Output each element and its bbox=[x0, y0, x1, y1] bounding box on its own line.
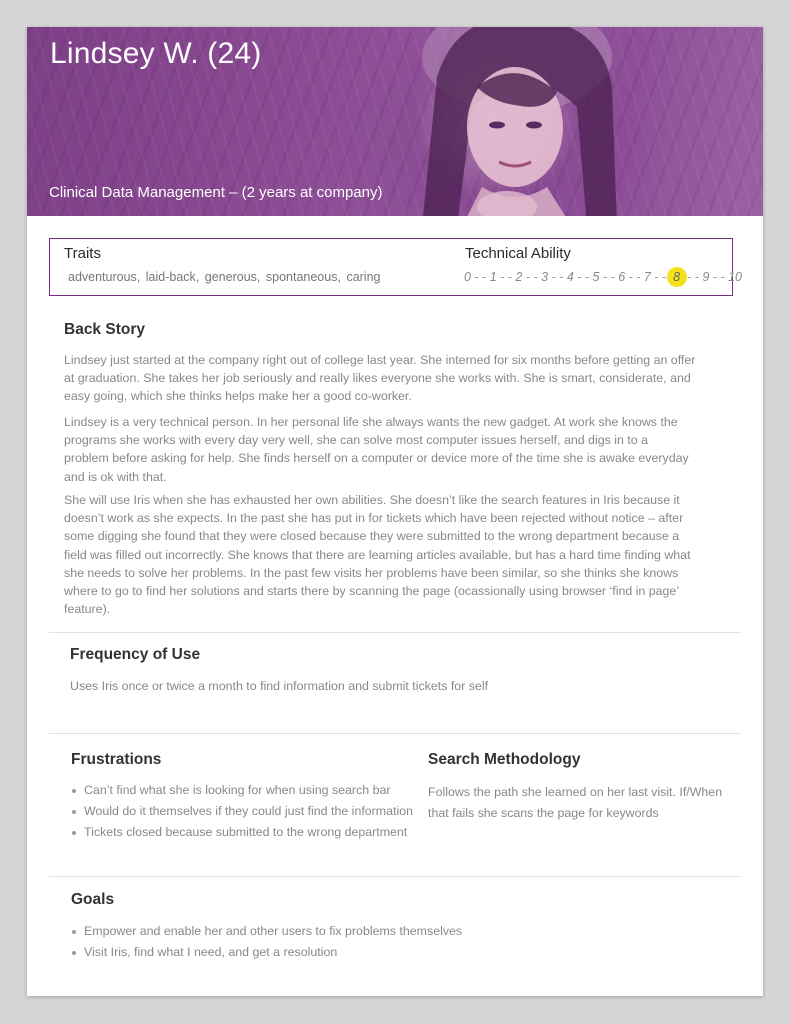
traits-ability-box: Traits adventurous laid-back generous sp… bbox=[49, 238, 742, 296]
traits-list: adventurous laid-back generous spontaneo… bbox=[68, 270, 382, 284]
list-item: Empower and enable her and other users t… bbox=[71, 921, 462, 942]
back-story-paragraph: Lindsey is a very technical person. In h… bbox=[64, 415, 689, 484]
persona-name: Lindsey W. (24) bbox=[50, 37, 262, 70]
frequency-text: Uses Iris once or twice a month to find … bbox=[70, 679, 489, 693]
frustrations-list: Can’t find what she is looking for when … bbox=[71, 780, 413, 843]
technical-ability-heading: Technical Ability bbox=[465, 245, 571, 262]
trait-item: adventurous bbox=[68, 270, 140, 284]
scale-value: 4 bbox=[566, 270, 574, 284]
list-item: Tickets closed because submitted to the … bbox=[71, 822, 413, 843]
trait-item: laid-back bbox=[146, 270, 200, 284]
persona-card: Lindsey W. (24) Clinical Data Management… bbox=[27, 27, 763, 996]
list-item: Can’t find what she is looking for when … bbox=[71, 780, 413, 801]
section-divider bbox=[49, 876, 741, 877]
search-methodology-text: Follows the path she learned on her last… bbox=[428, 785, 723, 820]
persona-role: Clinical Data Management – (2 years at c… bbox=[49, 184, 383, 201]
scale-value: 1 bbox=[489, 270, 497, 284]
trait-item: spontaneous bbox=[266, 270, 341, 284]
goals-list: Empower and enable her and other users t… bbox=[71, 921, 462, 963]
trait-item: generous bbox=[205, 270, 261, 284]
back-story-paragraph: She will use Iris when she has exhausted… bbox=[64, 493, 691, 617]
traits-heading: Traits bbox=[64, 245, 101, 262]
trait-item: caring bbox=[346, 270, 381, 284]
scale-value: 7 bbox=[643, 270, 651, 284]
back-story-heading: Back Story bbox=[64, 321, 145, 338]
frequency-heading: Frequency of Use bbox=[70, 646, 201, 663]
frustrations-heading: Frustrations bbox=[71, 751, 162, 768]
goals-heading: Goals bbox=[71, 891, 115, 908]
back-story-paragraph: Lindsey just started at the company righ… bbox=[64, 353, 696, 404]
section-divider bbox=[49, 632, 741, 633]
section-divider bbox=[49, 733, 741, 734]
persona-header-banner: Lindsey W. (24) Clinical Data Management… bbox=[27, 27, 763, 216]
scale-value: 10 bbox=[728, 270, 742, 284]
search-methodology-heading: Search Methodology bbox=[428, 751, 581, 768]
list-item: Visit Iris, find what I need, and get a … bbox=[71, 942, 462, 963]
scale-value: 0 bbox=[464, 270, 471, 284]
list-item: Would do it themselves if they could jus… bbox=[71, 801, 413, 822]
persona-photo bbox=[422, 27, 617, 216]
technical-ability-scale: 0 - - 1 - - 2 - - 3 - - 4 - - 5 - - 6 - … bbox=[464, 267, 742, 287]
